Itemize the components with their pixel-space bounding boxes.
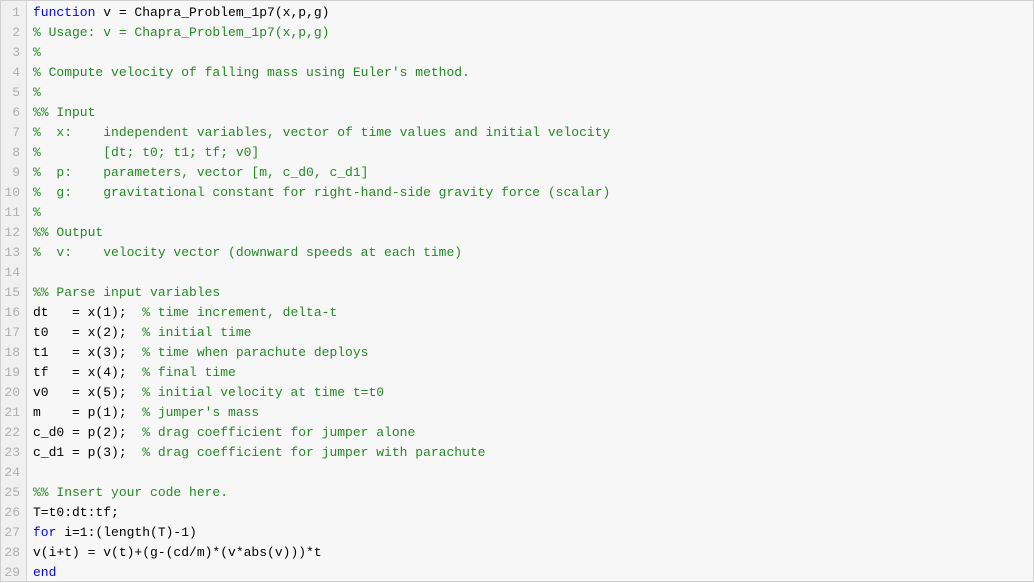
comment-text: %% Parse input variables xyxy=(33,285,220,300)
code-text: i=1:(length(T)-1) xyxy=(56,525,196,540)
code-text: c_d0 = p(2); xyxy=(33,425,142,440)
line-number: 25 xyxy=(3,483,20,503)
code-line[interactable]: %% Output xyxy=(33,223,1033,243)
code-text: t1 = x(3); xyxy=(33,345,142,360)
code-line[interactable]: % [dt; t0; t1; tf; v0] xyxy=(33,143,1033,163)
comment-text: % xyxy=(33,85,41,100)
code-line[interactable]: % xyxy=(33,43,1033,63)
code-line[interactable]: %% Insert your code here. xyxy=(33,483,1033,503)
line-number: 23 xyxy=(3,443,20,463)
line-number: 21 xyxy=(3,403,20,423)
comment-text: %% Output xyxy=(33,225,103,240)
comment-text: % initial time xyxy=(142,325,251,340)
code-line[interactable]: % x: independent variables, vector of ti… xyxy=(33,123,1033,143)
line-number-gutter: 1234567891011121314151617181920212223242… xyxy=(1,1,27,581)
code-text: v0 = x(5); xyxy=(33,385,142,400)
line-number: 22 xyxy=(3,423,20,443)
line-number: 17 xyxy=(3,323,20,343)
comment-text: % drag coefficient for jumper with parac… xyxy=(142,445,485,460)
line-number: 1 xyxy=(3,3,20,23)
line-number: 3 xyxy=(3,43,20,63)
code-line[interactable]: % v: velocity vector (downward speeds at… xyxy=(33,243,1033,263)
comment-text: % drag coefficient for jumper alone xyxy=(142,425,415,440)
line-number: 14 xyxy=(3,263,20,283)
comment-text: % g: gravitational constant for right-ha… xyxy=(33,185,610,200)
code-line[interactable]: tf = x(4); % final time xyxy=(33,363,1033,383)
line-number: 26 xyxy=(3,503,20,523)
line-number: 7 xyxy=(3,123,20,143)
code-line[interactable]: % g: gravitational constant for right-ha… xyxy=(33,183,1033,203)
code-line[interactable]: c_d1 = p(3); % drag coefficient for jump… xyxy=(33,443,1033,463)
comment-text: % [dt; t0; t1; tf; v0] xyxy=(33,145,259,160)
code-area[interactable]: function v = Chapra_Problem_1p7(x,p,g) % … xyxy=(27,1,1033,581)
code-line[interactable]: % Usage: v = Chapra_Problem_1p7(x,p,g) xyxy=(33,23,1033,43)
line-number: 29 xyxy=(3,563,20,583)
code-line[interactable]: end xyxy=(33,563,1033,581)
keyword-text: end xyxy=(33,565,56,580)
line-number: 10 xyxy=(3,183,20,203)
comment-text: % xyxy=(33,205,41,220)
code-line[interactable]: t1 = x(3); % time when parachute deploys xyxy=(33,343,1033,363)
comment-text: % Compute velocity of falling mass using… xyxy=(33,65,470,80)
line-number: 19 xyxy=(3,363,20,383)
code-text: v(i+t) = v(t)+(g-(cd/m)*(v*abs(v)))*t xyxy=(33,545,322,560)
comment-text: % Usage: v = Chapra_Problem_1p7(x,p,g) xyxy=(33,25,329,40)
code-line[interactable]: v0 = x(5); % initial velocity at time t=… xyxy=(33,383,1033,403)
line-number: 12 xyxy=(3,223,20,243)
code-text: T=t0:dt:tf; xyxy=(33,505,119,520)
code-line[interactable]: dt = x(1); % time increment, delta-t xyxy=(33,303,1033,323)
comment-text: % jumper's mass xyxy=(142,405,259,420)
code-text: v = Chapra_Problem_1p7(x,p,g) xyxy=(95,5,329,20)
comment-text: % time increment, delta-t xyxy=(142,305,337,320)
comment-text: % initial velocity at time t=t0 xyxy=(142,385,384,400)
code-line[interactable]: m = p(1); % jumper's mass xyxy=(33,403,1033,423)
line-number: 28 xyxy=(3,543,20,563)
code-line[interactable]: v(i+t) = v(t)+(g-(cd/m)*(v*abs(v)))*t xyxy=(33,543,1033,563)
keyword-text: for xyxy=(33,525,56,540)
code-text: dt = x(1); xyxy=(33,305,142,320)
code-line[interactable]: % p: parameters, vector [m, c_d0, c_d1] xyxy=(33,163,1033,183)
code-line[interactable]: c_d0 = p(2); % drag coefficient for jump… xyxy=(33,423,1033,443)
code-line[interactable] xyxy=(33,263,1033,283)
code-line[interactable] xyxy=(33,463,1033,483)
code-line[interactable]: % Compute velocity of falling mass using… xyxy=(33,63,1033,83)
line-number: 5 xyxy=(3,83,20,103)
line-number: 2 xyxy=(3,23,20,43)
code-text: tf = x(4); xyxy=(33,365,142,380)
line-number: 13 xyxy=(3,243,20,263)
code-text: c_d1 = p(3); xyxy=(33,445,142,460)
keyword-text: function xyxy=(33,5,95,20)
comment-text: %% Insert your code here. xyxy=(33,485,228,500)
code-line[interactable]: % xyxy=(33,83,1033,103)
code-editor[interactable]: 1234567891011121314151617181920212223242… xyxy=(0,0,1034,582)
comment-text: % x: independent variables, vector of ti… xyxy=(33,125,610,140)
line-number: 15 xyxy=(3,283,20,303)
line-number: 6 xyxy=(3,103,20,123)
line-number: 20 xyxy=(3,383,20,403)
line-number: 8 xyxy=(3,143,20,163)
comment-text: % final time xyxy=(142,365,236,380)
line-number: 24 xyxy=(3,463,20,483)
code-line[interactable]: for i=1:(length(T)-1) xyxy=(33,523,1033,543)
line-number: 18 xyxy=(3,343,20,363)
comment-text: % time when parachute deploys xyxy=(142,345,368,360)
line-number: 27 xyxy=(3,523,20,543)
comment-text: %% Input xyxy=(33,105,95,120)
comment-text: % xyxy=(33,45,41,60)
line-number: 11 xyxy=(3,203,20,223)
code-line[interactable]: t0 = x(2); % initial time xyxy=(33,323,1033,343)
code-text: m = p(1); xyxy=(33,405,142,420)
comment-text: % v: velocity vector (downward speeds at… xyxy=(33,245,462,260)
code-line[interactable]: T=t0:dt:tf; xyxy=(33,503,1033,523)
code-text: t0 = x(2); xyxy=(33,325,142,340)
code-line[interactable]: function v = Chapra_Problem_1p7(x,p,g) xyxy=(33,3,1033,23)
code-line[interactable]: % xyxy=(33,203,1033,223)
line-number: 9 xyxy=(3,163,20,183)
comment-text: % p: parameters, vector [m, c_d0, c_d1] xyxy=(33,165,368,180)
line-number: 4 xyxy=(3,63,20,83)
line-number: 16 xyxy=(3,303,20,323)
code-line[interactable]: %% Parse input variables xyxy=(33,283,1033,303)
code-line[interactable]: %% Input xyxy=(33,103,1033,123)
